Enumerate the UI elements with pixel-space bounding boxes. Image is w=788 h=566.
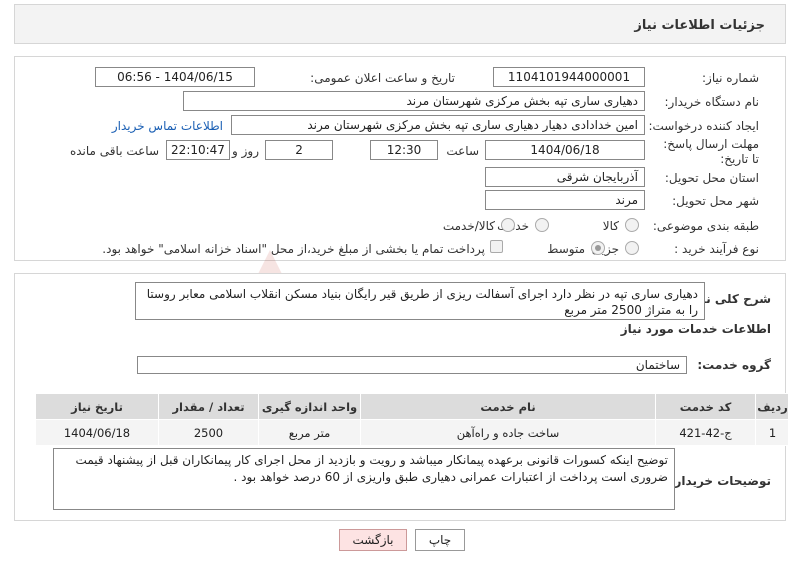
services-section-title: اطلاعات خدمات مورد نیاز: [620, 322, 771, 336]
process-radio-minor[interactable]: [625, 241, 639, 255]
print-button[interactable]: چاپ: [415, 529, 465, 551]
page-header: جزئیات اطلاعات نیاز: [14, 4, 786, 44]
treasury-checkbox[interactable]: [490, 240, 503, 253]
buyer-notes-textarea[interactable]: توضیح اینکه کسورات قانونی برعهده پیمانکا…: [53, 448, 675, 510]
services-table: ردیف کد خدمت نام خدمت واحد اندازه گیری ت…: [35, 393, 788, 446]
cell-unit: متر مربع: [258, 419, 361, 446]
days-label: روز و: [232, 144, 259, 158]
need-number-field: 1104101944000001: [493, 67, 645, 87]
province-field: آذربایجان شرقی: [485, 167, 645, 187]
announce-field: 1404/06/15 - 06:56: [95, 67, 255, 87]
table-header-row: ردیف کد خدمت نام خدمت واحد اندازه گیری ت…: [35, 393, 788, 420]
buyer-org-field: دهیاری ساری تپه بخش مرکزی شهرستان مرند: [183, 91, 645, 111]
announce-label: تاریخ و ساعت اعلان عمومی:: [310, 71, 455, 85]
remaining-label: ساعت باقی مانده: [69, 144, 159, 158]
category-radio-goods-service[interactable]: [501, 218, 515, 232]
cell-date: 1404/06/18: [35, 419, 159, 446]
back-button[interactable]: بازگشت: [339, 529, 407, 551]
cell-quantity: 2500: [158, 419, 259, 446]
table-row: 1 ج-42-421 ساخت جاده و راه‌آهن متر مربع …: [35, 419, 788, 446]
category-option-goods: کالا: [602, 219, 619, 233]
requester-label: ایجاد کننده درخواست:: [648, 119, 759, 133]
time-label: ساعت: [446, 144, 479, 158]
buyer-notes-label: توضیحات خریدار:: [669, 474, 771, 488]
days-field: 2: [265, 140, 333, 160]
col-row: ردیف: [755, 393, 788, 420]
deadline-date-field: 1404/06/18: [485, 140, 645, 160]
need-info-panel: شماره نیاز: 1104101944000001 تاریخ و ساع…: [14, 56, 786, 261]
buyer-contact-link[interactable]: اطلاعات تماس خریدار: [112, 119, 223, 133]
service-group-field: ساختمان: [137, 356, 687, 374]
city-label: شهر محل تحویل:: [672, 194, 759, 208]
process-option-medium: متوسط: [547, 242, 585, 256]
buyer-org-label: نام دستگاه خریدار:: [664, 95, 760, 109]
cell-code: ج-42-421: [655, 419, 756, 446]
cell-name: ساخت جاده و راه‌آهن: [360, 419, 656, 446]
city-field: مرند: [485, 190, 645, 210]
category-option-goods-service: کالا/خدمت: [442, 219, 495, 233]
province-label: استان محل تحویل:: [664, 171, 759, 185]
need-number-label: شماره نیاز:: [702, 71, 759, 85]
col-date: تاریخ نیاز: [35, 393, 159, 420]
col-name: نام خدمت: [360, 393, 656, 420]
deadline-time-field: 12:30: [370, 140, 438, 160]
services-panel: شرح کلی نیاز: دهیاری ساری تپه در نظر دار…: [14, 273, 788, 521]
page-title: جزئیات اطلاعات نیاز: [634, 18, 765, 33]
cell-row: 1: [755, 419, 788, 446]
description-textarea[interactable]: دهیاری ساری تپه در نظر دارد اجرای آسفالت…: [135, 282, 705, 320]
col-code: کد خدمت: [655, 393, 756, 420]
requester-field: امین خدادادی دهیار دهیاری ساری تپه بخش م…: [231, 115, 645, 135]
process-label: نوع فرآیند خرید :: [674, 242, 759, 256]
payment-note: پرداخت تمام یا بخشی از مبلغ خرید،از محل …: [102, 242, 485, 256]
category-radio-goods[interactable]: [625, 218, 639, 232]
service-group-label: گروه خدمت:: [697, 358, 771, 372]
category-radio-service[interactable]: [535, 218, 549, 232]
col-unit: واحد اندازه گیری: [258, 393, 361, 420]
category-label: طبقه بندی موضوعی:: [652, 219, 759, 233]
deadline-label: مهلت ارسال پاسخ: تا تاریخ:: [663, 137, 759, 166]
process-radio-medium[interactable]: [591, 241, 605, 255]
remaining-time-field: 22:10:47: [166, 140, 230, 160]
col-quantity: تعداد / مقدار: [158, 393, 259, 420]
